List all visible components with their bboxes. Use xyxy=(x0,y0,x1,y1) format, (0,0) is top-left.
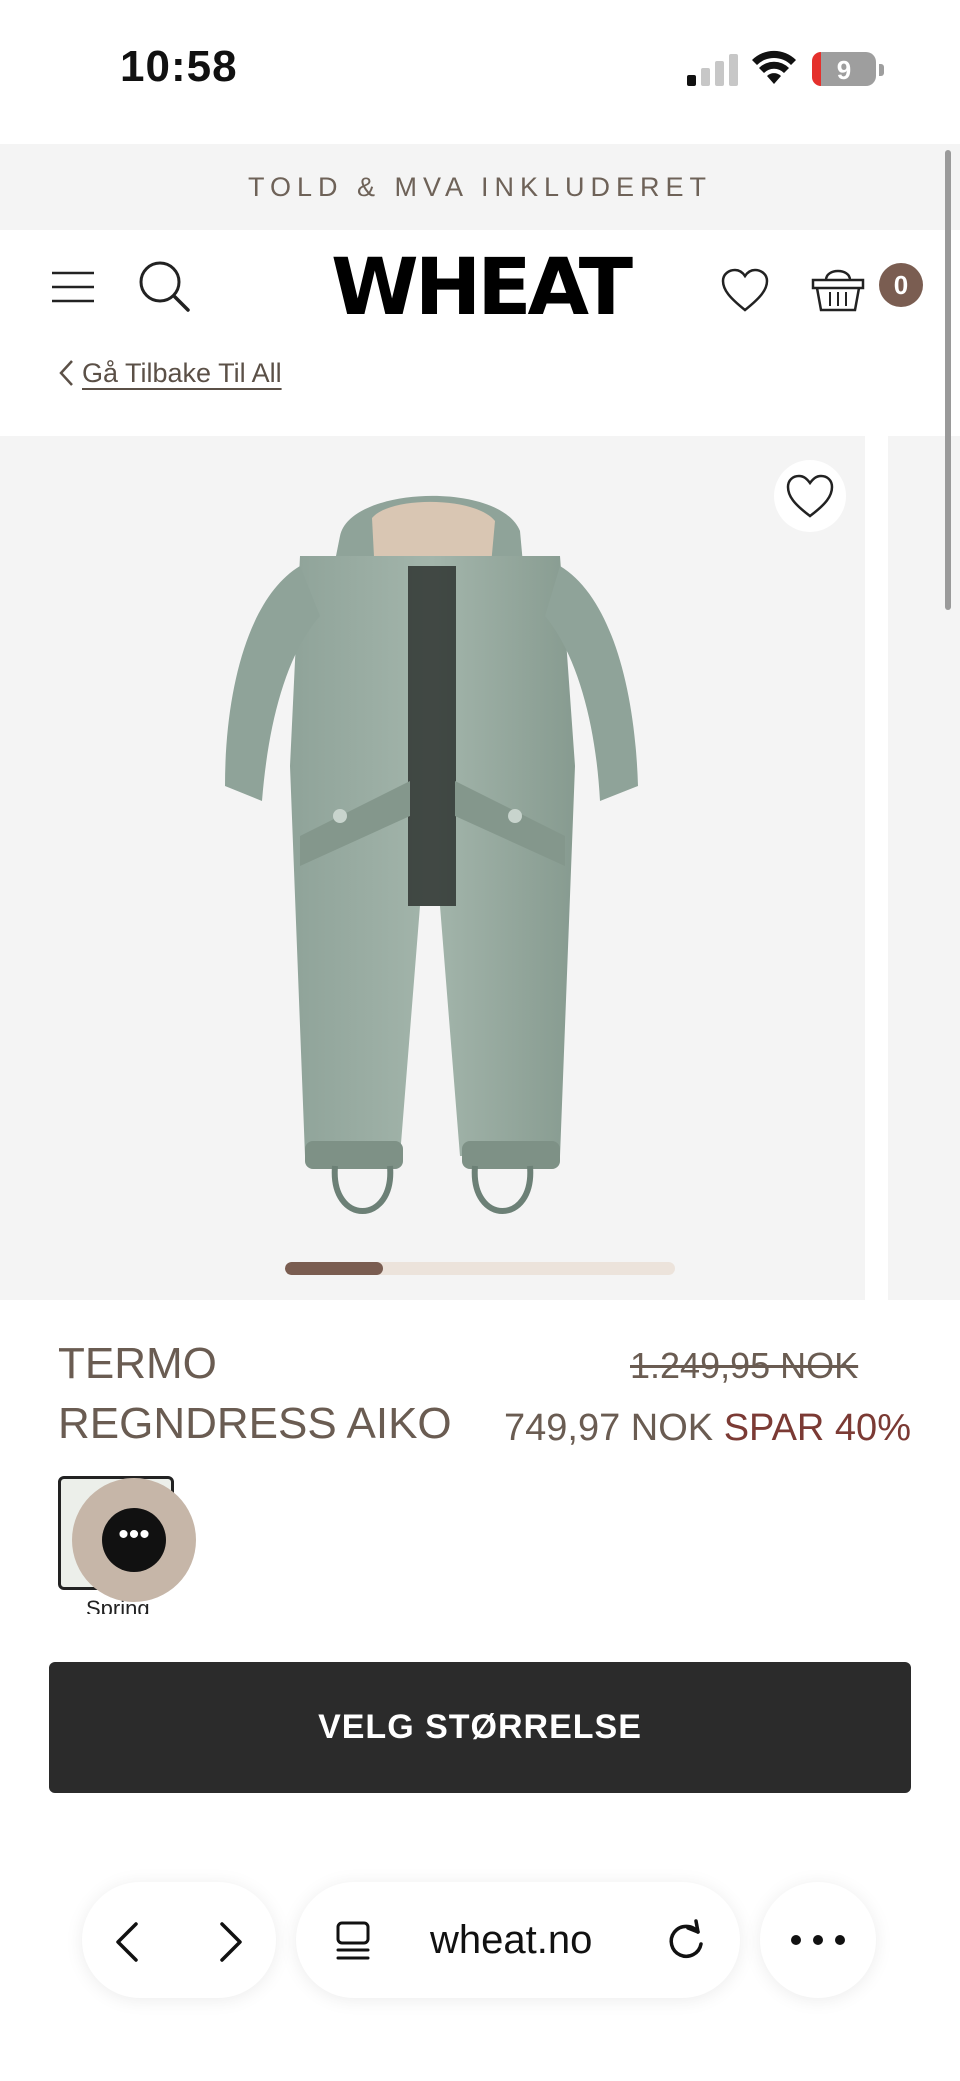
chat-button[interactable]: ••• xyxy=(72,1478,196,1602)
cart-count-badge[interactable]: 0 xyxy=(879,263,923,307)
sale-price: 749,97 NOK xyxy=(504,1407,714,1449)
forward-arrow-icon[interactable] xyxy=(216,1920,246,1964)
page-scrollbar[interactable] xyxy=(945,150,951,610)
product-title-line2: REGNDRESS AIKO xyxy=(58,1399,452,1448)
back-link[interactable]: Gå Tilbake Til All xyxy=(58,358,282,389)
discount-label: SPAR 40% xyxy=(723,1407,911,1449)
product-title-line1: TERMO xyxy=(58,1339,217,1388)
add-to-wishlist-button[interactable] xyxy=(774,460,846,532)
wifi-icon xyxy=(752,50,796,84)
brand-logo[interactable]: WHEAT xyxy=(307,249,654,327)
product-title: TERMO REGNDRESS AIKO xyxy=(58,1334,452,1454)
browser-nav-pill xyxy=(82,1882,276,1998)
gallery-progress-bar xyxy=(285,1262,675,1275)
announcement-bar: TOLD & MVA INKLUDERET xyxy=(0,144,960,230)
menu-icon[interactable] xyxy=(50,270,96,304)
tabs-overview-icon[interactable] xyxy=(334,1920,374,1962)
price-line: 749,97 NOK SPAR 40% xyxy=(504,1407,911,1450)
chat-bubble-icon: ••• xyxy=(102,1508,166,1572)
chevron-left-icon xyxy=(59,360,73,386)
battery-level: 9 xyxy=(836,55,852,85)
heart-icon xyxy=(786,474,834,518)
back-link-label: Gå Tilbake Til All xyxy=(82,358,282,388)
original-price: 1.249,95 NOK xyxy=(630,1345,859,1386)
basket-icon[interactable] xyxy=(810,262,866,314)
battery-cap xyxy=(879,64,884,76)
battery-icon: 9 xyxy=(812,52,876,86)
wishlist-heart-icon[interactable] xyxy=(720,268,770,314)
url-text[interactable]: wheat.no xyxy=(430,1918,592,1963)
cellular-signal-icon xyxy=(687,52,739,86)
back-arrow-icon[interactable] xyxy=(112,1920,142,1964)
ellipsis-icon xyxy=(791,1935,845,1945)
gallery-progress-fill xyxy=(285,1262,383,1275)
rain-suit-illustration xyxy=(225,495,638,1214)
more-options-button[interactable] xyxy=(760,1882,876,1998)
reload-icon[interactable] xyxy=(664,1918,708,1962)
status-time: 10:58 xyxy=(120,42,238,91)
select-size-button[interactable]: VELG STØRRELSE xyxy=(49,1662,911,1793)
search-icon[interactable] xyxy=(136,258,192,314)
product-image[interactable] xyxy=(0,436,865,1300)
